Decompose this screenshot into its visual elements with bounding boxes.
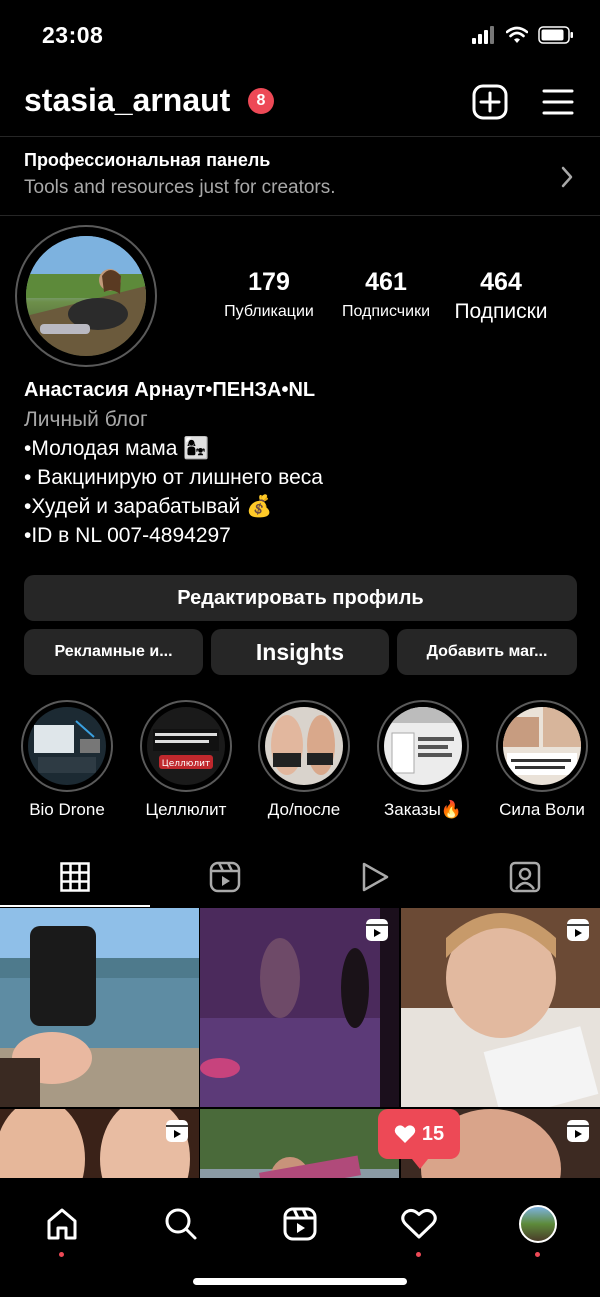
status-icons bbox=[472, 26, 574, 44]
tab-posts-grid[interactable] bbox=[0, 848, 150, 906]
professional-dashboard-link[interactable]: Профессиональная панель Tools and resour… bbox=[0, 136, 600, 216]
posts-grid bbox=[0, 908, 600, 1180]
search-icon bbox=[165, 1208, 197, 1240]
bio-line: •Худей и зарабатывай 💰 bbox=[24, 495, 273, 518]
bio-line: • Вакцинирую от лишнего веса bbox=[24, 466, 323, 489]
highlight-cellulite[interactable]: Целлюлит Целлюлит bbox=[131, 700, 241, 820]
highlight-label: Сила Воли bbox=[499, 800, 585, 819]
display-name: Анастасия Арнаут•ПЕНЗА•NL bbox=[24, 379, 316, 401]
profile-avatar-small bbox=[519, 1205, 557, 1243]
profile-avatar-ring[interactable] bbox=[15, 225, 157, 367]
highlight-ring bbox=[21, 700, 113, 792]
highlight-willpower[interactable]: Сила Воли bbox=[487, 700, 597, 820]
profile-category: Личный блог bbox=[24, 408, 148, 431]
likes-notification-bubble[interactable]: 15 bbox=[378, 1109, 460, 1169]
edit-profile-button[interactable]: Редактировать профиль bbox=[24, 575, 577, 621]
nav-reels[interactable] bbox=[270, 1194, 330, 1254]
reels-icon bbox=[209, 861, 241, 893]
cellulite-caption: Целлюлит bbox=[162, 759, 210, 769]
post-thumbnail[interactable] bbox=[0, 1109, 199, 1180]
cellulite-thumb: Целлюлит bbox=[147, 707, 225, 785]
heart-icon bbox=[401, 1208, 437, 1239]
profile-bio: Анастасия Арнаут•ПЕНЗА•NL Личный блог •М… bbox=[24, 376, 584, 550]
grid-icon bbox=[60, 862, 90, 892]
highlight-label: До/после bbox=[267, 800, 341, 819]
plus-square-icon bbox=[472, 84, 508, 120]
status-time: 23:08 bbox=[42, 22, 104, 48]
menu-button[interactable] bbox=[542, 86, 574, 118]
nav-activity[interactable] bbox=[389, 1194, 449, 1257]
followers-label: Подписчики bbox=[341, 303, 430, 320]
posts-stat[interactable]: 179 Публикации bbox=[214, 268, 324, 321]
create-post-button[interactable] bbox=[472, 84, 508, 120]
nav-profile[interactable] bbox=[508, 1194, 568, 1257]
bottom-navigation bbox=[0, 1178, 600, 1297]
story-highlights: Bio Drone Целлюлит Целлюлит До/после Зак… bbox=[0, 700, 600, 825]
highlight-label: Bio Drone bbox=[29, 800, 105, 819]
likes-count: 15 bbox=[421, 1122, 445, 1145]
willpower-thumb bbox=[503, 707, 581, 785]
following-count: 464 bbox=[480, 268, 522, 296]
highlight-bio-drone[interactable]: Bio Drone bbox=[12, 700, 122, 820]
nav-notification-dot bbox=[59, 1252, 64, 1257]
hamburger-icon bbox=[542, 89, 574, 115]
bio-drone-thumb bbox=[28, 707, 106, 785]
insights-button[interactable]: Insights bbox=[211, 629, 389, 675]
profile-avatar[interactable] bbox=[26, 236, 146, 356]
highlight-ring bbox=[258, 700, 350, 792]
chevron-right-icon bbox=[560, 165, 574, 194]
wifi-icon bbox=[506, 26, 528, 43]
nav-notification-dot bbox=[416, 1252, 421, 1257]
nav-notification-dot bbox=[535, 1252, 540, 1257]
ad-tools-button[interactable]: Рекламные и... bbox=[24, 629, 203, 675]
profile-header: stasia_arnaut 8 bbox=[0, 78, 600, 136]
bio-line: •Молодая мама 👩‍👧 bbox=[24, 437, 210, 460]
followers-stat[interactable]: 461 Подписчики bbox=[330, 268, 442, 321]
highlight-ring bbox=[377, 700, 469, 792]
pro-panel-title: Профессиональная панель bbox=[24, 150, 271, 170]
nav-search[interactable] bbox=[151, 1194, 211, 1254]
bio-line: •ID в NL 007-4894297 bbox=[24, 524, 231, 547]
post-thumbnail[interactable] bbox=[200, 908, 399, 1107]
pro-panel-subtitle: Tools and resources just for creators. bbox=[24, 177, 336, 198]
active-tab-indicator bbox=[0, 905, 150, 907]
username[interactable]: stasia_arnaut bbox=[24, 82, 230, 119]
reel-badge-icon bbox=[365, 918, 389, 947]
highlight-orders[interactable]: Заказы🔥 bbox=[368, 700, 478, 820]
tagged-icon bbox=[509, 861, 541, 893]
tab-reels[interactable] bbox=[150, 848, 300, 906]
orders-thumb bbox=[384, 707, 462, 785]
posts-count: 179 bbox=[248, 268, 290, 296]
highlight-ring: Целлюлит bbox=[140, 700, 232, 792]
highlight-label: Заказы🔥 bbox=[384, 800, 462, 819]
highlight-before-after[interactable]: До/после bbox=[249, 700, 359, 820]
reel-badge-icon bbox=[566, 918, 590, 947]
reel-badge-icon bbox=[165, 1119, 189, 1148]
followers-count: 461 bbox=[365, 268, 407, 296]
notification-badge[interactable]: 8 bbox=[248, 88, 274, 114]
battery-icon bbox=[538, 26, 573, 44]
following-label: Подписки bbox=[454, 300, 548, 323]
home-icon bbox=[47, 1208, 77, 1240]
reels-icon bbox=[283, 1207, 317, 1241]
posts-label: Публикации bbox=[224, 303, 314, 320]
heart-filled-icon bbox=[394, 1125, 416, 1143]
profile-tabs bbox=[0, 848, 600, 908]
signal-icon bbox=[472, 26, 494, 44]
tab-videos[interactable] bbox=[300, 848, 450, 906]
following-stat[interactable]: 464 Подписки bbox=[446, 268, 556, 324]
video-play-icon bbox=[362, 862, 389, 892]
post-thumbnail[interactable] bbox=[0, 908, 199, 1107]
nav-home[interactable] bbox=[32, 1194, 92, 1257]
highlight-label: Целлюлит bbox=[145, 800, 227, 819]
tab-tagged[interactable] bbox=[450, 848, 600, 906]
before-after-thumb bbox=[265, 707, 343, 785]
post-thumbnail[interactable] bbox=[401, 908, 600, 1107]
home-indicator bbox=[193, 1278, 407, 1285]
post-thumbnail[interactable] bbox=[200, 1109, 399, 1180]
reel-badge-icon bbox=[566, 1119, 590, 1148]
add-shop-button[interactable]: Добавить маг... bbox=[397, 629, 577, 675]
highlight-ring bbox=[496, 700, 588, 792]
status-bar: 23:08 bbox=[0, 0, 600, 70]
